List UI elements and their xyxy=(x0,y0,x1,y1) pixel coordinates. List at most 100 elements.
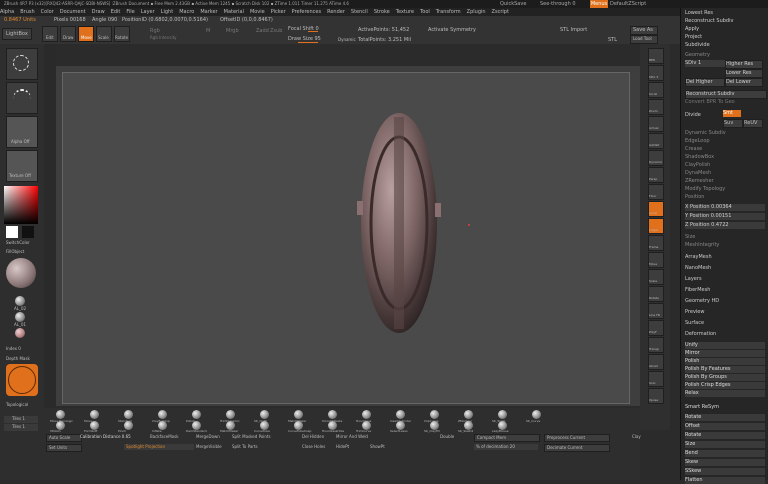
draw-button[interactable]: Draw xyxy=(60,26,76,42)
apply-button[interactable]: Apply xyxy=(685,26,765,33)
smart-resym-button[interactable]: Smart ReSym xyxy=(685,404,765,411)
del-higher-button[interactable]: Del Higher xyxy=(685,78,725,87)
texture-selector[interactable]: Texture Off xyxy=(6,150,38,182)
menu-tool[interactable]: Tool xyxy=(420,8,430,16)
menu-zplugin[interactable]: Zplugin xyxy=(467,8,486,16)
dynamic-toggle[interactable]: Dynamic xyxy=(338,37,356,42)
quicksave-button[interactable]: QuickSave xyxy=(500,1,526,7)
tiles-slider-1[interactable]: Tiles 1 xyxy=(4,416,38,423)
panel-offset-item[interactable]: Offset xyxy=(685,423,765,430)
focal-shift-slider[interactable]: Focal Shift 0 xyxy=(288,26,340,32)
panel-deformation-item[interactable]: Deformation xyxy=(685,331,765,338)
split-masked-button[interactable]: Split Masked Points xyxy=(232,434,271,439)
z-position-slider[interactable]: Z Position 0.4722 xyxy=(685,222,765,229)
panel-modify-topology-item[interactable]: Modify Topology xyxy=(685,186,765,193)
menu-edit[interactable]: Edit xyxy=(111,8,121,16)
panel-claypolish-item[interactable]: ClayPolish xyxy=(685,162,765,169)
shelf-aahalf-button[interactable]: AAHalf xyxy=(648,133,664,149)
panel-size-item[interactable]: Size xyxy=(685,441,765,448)
backface-mask-button[interactable]: BackfaceMask xyxy=(150,434,179,439)
menu-color[interactable]: Color xyxy=(41,8,54,16)
color-picker[interactable] xyxy=(4,186,38,224)
switch-color-button[interactable]: SwitchColor xyxy=(6,240,30,245)
panel-edgeloop-item[interactable]: EdgeLoop xyxy=(685,138,765,145)
divide-button[interactable]: Divide xyxy=(685,112,715,119)
menu-draw[interactable]: Draw xyxy=(92,8,105,16)
scale-button[interactable]: Scale xyxy=(96,26,112,42)
rgb-button[interactable]: Rgb xyxy=(150,28,160,34)
panel-zremesher-item[interactable]: ZRemesher xyxy=(685,178,765,185)
brush-matchmaker-icon[interactable] xyxy=(294,410,303,419)
lightbox-button[interactable]: LightBox xyxy=(2,28,32,40)
shelf-rotate-button[interactable]: Rotate xyxy=(648,286,664,302)
brush-move-topologic-icon[interactable] xyxy=(56,410,65,419)
brush-sk-cloth-icon[interactable] xyxy=(260,410,269,419)
edit-button[interactable]: Edit xyxy=(42,26,58,42)
brush-sk-slash-icon[interactable] xyxy=(498,410,507,419)
reuv-toggle[interactable]: ReUV xyxy=(743,119,763,128)
mirror-and-weld-button[interactable]: Mirror And Weld xyxy=(336,434,368,439)
panel-bend-item[interactable]: Bend xyxy=(685,450,765,457)
material-ball-1[interactable] xyxy=(15,296,25,306)
panel-preview-item[interactable]: Preview xyxy=(685,309,765,316)
menus-toggle[interactable]: Menus xyxy=(590,0,608,8)
panel-geometry-hd-item[interactable]: Geometry HD xyxy=(685,298,765,305)
menu-stencil[interactable]: Stencil xyxy=(351,8,368,16)
menu-texture[interactable]: Texture xyxy=(396,8,414,16)
material-sphere[interactable] xyxy=(6,258,36,288)
sdiv-slider[interactable]: SDiv 1 xyxy=(685,60,725,67)
alpha-selector[interactable]: Alpha Off xyxy=(6,116,38,148)
del-lower-button[interactable]: Del Lower xyxy=(725,78,763,87)
shelf-scale-button[interactable]: Scale xyxy=(648,269,664,285)
menu-marker[interactable]: Marker xyxy=(200,8,217,16)
del-hidden-button[interactable]: Del Hidden xyxy=(302,434,324,439)
shelf-xpose-button[interactable]: Xpose xyxy=(648,388,664,404)
shelf-ghost-button[interactable]: Ghost xyxy=(648,354,664,370)
geometry-header[interactable]: Geometry xyxy=(685,52,765,59)
shelf-local-button[interactable]: Local xyxy=(648,201,664,217)
menu-brush[interactable]: Brush xyxy=(20,8,34,16)
menu-render[interactable]: Render xyxy=(327,8,345,16)
panel-crease-item[interactable]: Crease xyxy=(685,146,765,153)
brush-sk-curve-icon[interactable] xyxy=(532,410,541,419)
primary-color-swatch[interactable] xyxy=(6,226,18,238)
secondary-color-swatch[interactable] xyxy=(22,226,34,238)
load-tool-button[interactable]: Load Tool xyxy=(630,35,658,44)
draw-size-slider[interactable]: Draw Size 95 xyxy=(288,36,340,43)
shelf-persp-button[interactable]: Persp xyxy=(648,167,664,183)
menu-alpha[interactable]: Alpha xyxy=(0,8,14,16)
topological-toggle[interactable]: Topological xyxy=(6,402,28,407)
menu-file[interactable]: File xyxy=(126,8,134,16)
panel-nanomesh-item[interactable]: NanoMesh xyxy=(685,265,765,272)
panel-polish-item[interactable]: Polish xyxy=(685,358,765,365)
stroke-selector[interactable] xyxy=(6,82,38,114)
rotate-button[interactable]: Rotate xyxy=(114,26,130,42)
shelf-actual-button[interactable]: Actual xyxy=(648,116,664,132)
document-canvas[interactable] xyxy=(62,72,630,404)
merge-down-button[interactable]: MergeDown xyxy=(196,434,220,439)
shelf-dynamic-button[interactable]: Dynamic xyxy=(648,150,664,166)
brush-claybuildup-icon[interactable] xyxy=(158,410,167,419)
zadd-button[interactable]: Zadd xyxy=(256,28,269,34)
brush-smoothpeaks-icon[interactable] xyxy=(328,410,337,419)
brush-polish-icon[interactable] xyxy=(192,410,201,419)
panel-skew-item[interactable]: Skew xyxy=(685,459,765,466)
suv-toggle[interactable]: Suv xyxy=(723,119,743,128)
panel-flatten-item[interactable]: Flatten xyxy=(685,477,765,484)
subdivide-button[interactable]: Subdivide xyxy=(685,42,765,49)
spotlight-projection-toggle[interactable]: Spotlight Projection xyxy=(124,444,194,450)
split-to-parts-button[interactable]: Split To Parts xyxy=(232,444,258,449)
set-units-button[interactable]: Set Units xyxy=(46,444,82,452)
zsub-button[interactable]: Zsub xyxy=(270,28,282,34)
activate-symmetry-button[interactable]: Activate Symmetry xyxy=(428,27,476,33)
auto-scale-button[interactable]: Auto Scale xyxy=(46,434,82,442)
shelf-floor-button[interactable]: Floor xyxy=(648,184,664,200)
panel-position-item[interactable]: Position xyxy=(685,194,765,201)
brush-standard-icon[interactable] xyxy=(124,410,133,419)
menu-light[interactable]: Light xyxy=(161,8,173,16)
brush-selector[interactable] xyxy=(6,48,38,80)
panel-polish-by-features-item[interactable]: Polish By Features xyxy=(685,366,765,373)
fill-object-button[interactable]: FillObject xyxy=(6,249,24,254)
decimation-slider[interactable]: % of decimation 20 xyxy=(474,444,538,450)
shelf-l-sym-button[interactable]: L.Sym xyxy=(648,218,664,234)
